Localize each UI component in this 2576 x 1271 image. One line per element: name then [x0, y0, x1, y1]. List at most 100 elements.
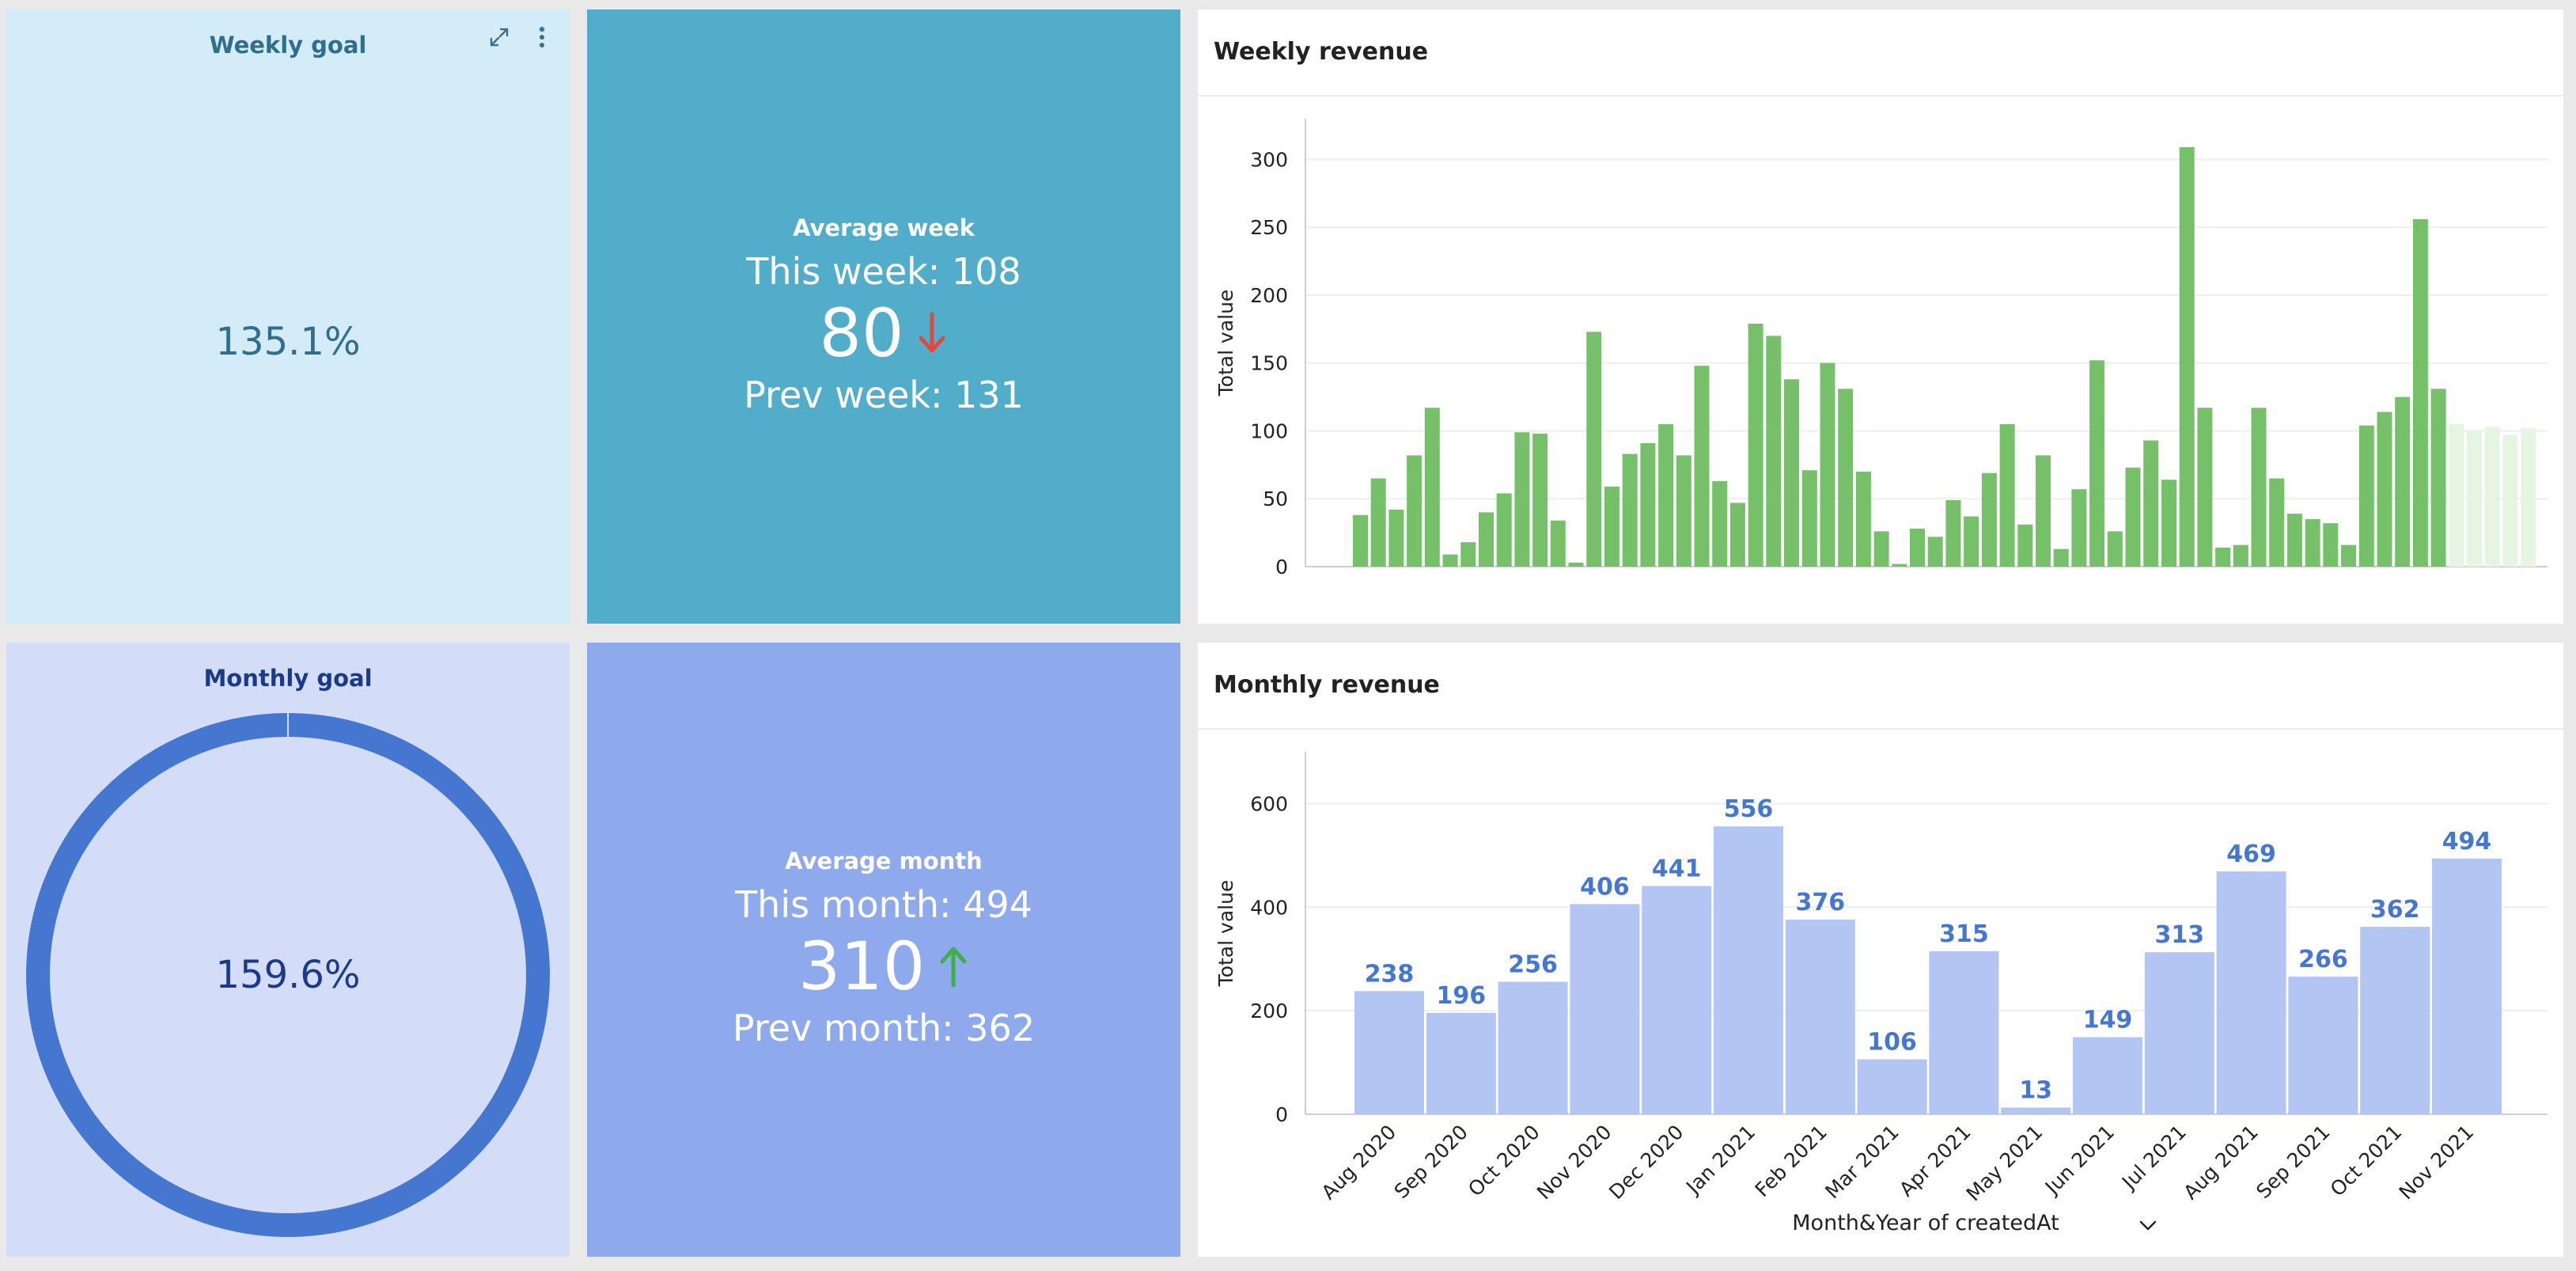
y-tick-label: 200 — [1250, 1000, 1288, 1022]
average-month-title: Average month — [785, 848, 983, 875]
bar — [2412, 218, 2428, 567]
bar — [2305, 519, 2320, 567]
bar — [1604, 486, 1619, 567]
data-label: 441 — [1652, 856, 1702, 883]
chevron-down-icon[interactable] — [2139, 1220, 2157, 1231]
bar — [1892, 563, 1907, 567]
x-tick-label: Oct 2020 — [1464, 1121, 1544, 1201]
bar — [2161, 480, 2176, 567]
bar — [2144, 952, 2214, 1114]
y-axis-label: Total value — [1214, 880, 1237, 988]
average-month-value: 310 — [797, 928, 926, 1005]
bar — [1766, 336, 1782, 567]
monthly-revenue-chart: 0 200 400 600 Total value 238 Aug 2020 196 Sep 2… — [1214, 752, 2548, 1235]
data-label: 376 — [1795, 889, 1845, 916]
data-label: 494 — [2442, 828, 2492, 856]
bar — [1999, 423, 2015, 567]
y-tick-label: 0 — [1275, 1103, 1288, 1126]
bar — [1857, 1059, 1927, 1114]
arrow-down-icon — [916, 309, 948, 357]
average-week-title: Average week — [793, 214, 975, 241]
data-label: 556 — [1724, 795, 1774, 823]
x-tick-label: Oct 2021 — [2326, 1121, 2407, 1201]
y-tick-label: 400 — [1250, 896, 1288, 919]
bar — [1570, 904, 1640, 1114]
bar — [1354, 991, 1424, 1114]
bar — [1676, 455, 1691, 567]
bar — [1642, 886, 1712, 1114]
bar — [2360, 927, 2430, 1114]
bar — [2073, 1037, 2142, 1114]
bar — [2197, 408, 2213, 567]
bar — [1784, 379, 1799, 567]
data-label: 149 — [2083, 1007, 2133, 1034]
bar-faded — [2449, 423, 2464, 567]
bar — [2107, 531, 2123, 567]
bar — [2179, 147, 2195, 567]
bar-faded — [2484, 427, 2500, 567]
bar — [1964, 516, 1979, 567]
bar — [2269, 478, 2285, 567]
bar — [1370, 478, 1386, 567]
y-axis-label: Total value — [1214, 290, 1237, 397]
bar — [1640, 442, 1656, 567]
expand-icon[interactable] — [487, 25, 511, 49]
bar — [1929, 950, 1999, 1114]
this-month-label: This month: 494 — [735, 883, 1032, 926]
bar — [1838, 389, 1854, 567]
bar — [1785, 920, 1855, 1114]
x-axis-label: Month&Year of createdAt — [1792, 1211, 2059, 1235]
bar — [2323, 523, 2339, 567]
average-week-value: 80 — [819, 294, 904, 372]
x-tick-label: Dec 2020 — [1604, 1121, 1688, 1204]
bar — [1927, 537, 1943, 567]
y-tick-label: 200 — [1250, 284, 1288, 307]
weekly-goal-value: 135.1% — [215, 320, 360, 364]
bar — [2036, 455, 2051, 567]
average-month-card: Average month This month: 494 310 Prev m… — [587, 643, 1180, 1257]
bar — [1479, 512, 1494, 567]
x-tick-label: May 2021 — [1962, 1121, 2048, 1206]
data-label: 266 — [2298, 946, 2348, 973]
y-tick-label: 50 — [1263, 488, 1288, 510]
x-tick-label: Sep 2021 — [2252, 1121, 2334, 1203]
monthly-revenue-card: Monthly revenue 0 200 400 600 Total value 238… — [1198, 643, 2563, 1257]
bar — [1873, 531, 1889, 567]
weekly-goal-gauge: 135.1% — [215, 79, 361, 364]
bar — [1712, 480, 1728, 567]
bar — [1498, 981, 1568, 1114]
bar — [1460, 542, 1476, 567]
bar — [2358, 425, 2374, 567]
more-vertical-icon[interactable] — [530, 25, 554, 49]
bar — [2071, 489, 2087, 567]
bar — [2001, 1107, 2071, 1114]
bar — [1714, 826, 1783, 1114]
data-label: 238 — [1365, 960, 1415, 988]
bar — [2125, 467, 2141, 567]
data-label: 106 — [1867, 1029, 1917, 1057]
x-tick-label: Jul 2021 — [2116, 1121, 2191, 1195]
bar — [2432, 858, 2502, 1114]
average-week-card: Average week This week: 108 80 Prev week… — [587, 9, 1180, 624]
bar — [1820, 362, 1835, 567]
bar — [1658, 423, 1674, 567]
prev-week-label: Prev week: 131 — [744, 374, 1024, 416]
card-tools — [487, 25, 554, 49]
y-tick-label: 300 — [1250, 148, 1288, 171]
bar — [1550, 520, 1566, 567]
bar — [2395, 396, 2411, 567]
bar — [1586, 332, 1602, 567]
bar — [2233, 544, 2248, 567]
bar — [1729, 503, 1745, 567]
prev-month-label: Prev month: 362 — [732, 1007, 1036, 1049]
x-tick-label: Aug 2020 — [1317, 1121, 1401, 1205]
bar — [1748, 324, 1763, 567]
y-tick-label: 600 — [1250, 792, 1288, 815]
weekly-revenue-chart: 0 50 100 150 200 250 300 Total value — [1214, 119, 2548, 579]
x-tick-label: Sep 2020 — [1390, 1121, 1472, 1203]
x-tick-label: Mar 2021 — [1820, 1121, 1903, 1203]
bar — [1568, 562, 1584, 567]
bar — [1694, 366, 1710, 567]
weekly-revenue-card: Weekly revenue 0 50 100 150 200 250 300 Total v… — [1198, 9, 2563, 624]
bar — [1407, 455, 1422, 567]
